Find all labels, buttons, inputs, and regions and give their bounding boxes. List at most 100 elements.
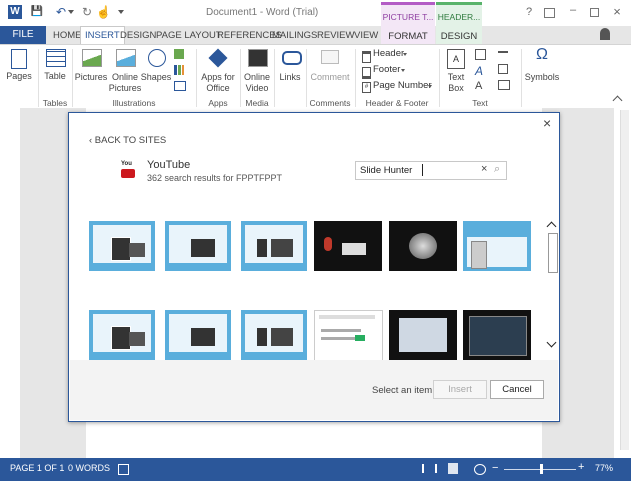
minimize-icon[interactable]: – [566,4,580,16]
tab-insert[interactable]: INSERT [80,26,125,45]
results-scroll-up-icon[interactable] [546,221,557,232]
result-thumbnail[interactable] [463,310,531,360]
signature-line-icon[interactable] [498,51,508,53]
cancel-button[interactable]: Cancel [490,380,544,399]
online-video-icon[interactable] [248,49,268,67]
screenshot-icon[interactable] [174,81,186,91]
pages-label[interactable]: Pages [5,71,33,81]
chart-icon[interactable] [174,65,184,75]
page-number-button[interactable]: Page Number [373,80,432,91]
save-icon[interactable]: 💾 [30,5,44,19]
tab-file[interactable]: FILE [0,26,46,44]
result-thumbnail[interactable] [241,221,307,271]
shapes-label[interactable]: Shapes [140,72,172,82]
pictures-label[interactable]: Pictures [74,72,108,82]
insert-online-video-dialog: ‹ BACK TO SITES × You YouTube 362 search… [68,112,560,422]
window-close-icon[interactable]: × [610,4,624,19]
apps-for-office-icon[interactable] [208,48,228,68]
result-thumbnail[interactable] [314,221,382,271]
pictures-icon[interactable] [82,49,102,67]
search-box[interactable]: Slide Hunter × ⌕ [355,161,507,180]
dialog-close-icon[interactable]: × [543,115,551,131]
tab-mailings[interactable]: MAILINGS [272,28,317,43]
source-name: YouTube [147,159,191,171]
text-box-icon[interactable]: A [447,49,465,69]
customize-qat-icon[interactable] [118,10,124,14]
proofing-icon[interactable] [118,464,129,475]
online-video-label-line2[interactable]: Video [242,83,272,93]
smartart-icon[interactable] [174,49,184,59]
results-scroll-down-icon[interactable] [546,337,557,348]
online-pictures-icon[interactable] [116,49,136,67]
undo-dropdown-icon[interactable] [68,10,74,14]
links-icon[interactable] [282,51,302,65]
result-thumbnail[interactable] [241,310,307,360]
tab-review[interactable]: REVIEW [317,28,354,43]
apps-for-office-label-line2[interactable]: Office [198,83,238,93]
group-comments: Comments [309,98,351,108]
restore-icon[interactable] [590,8,599,17]
vertical-scrollbar[interactable] [620,110,629,450]
result-thumbnail[interactable] [389,221,457,271]
result-thumbnail[interactable] [89,221,155,271]
zoom-level[interactable]: 77% [595,463,613,473]
header-button[interactable]: Header [373,48,404,59]
word-count[interactable]: 0 WORDS [68,463,110,473]
results-scrollbar-thumb[interactable] [548,233,558,273]
redo-icon[interactable]: ↻ [80,5,94,19]
result-thumbnail[interactable] [389,310,457,360]
page-count[interactable]: PAGE 1 OF 1 [10,463,64,473]
shapes-icon[interactable] [148,49,166,67]
zoom-in-icon[interactable]: + [578,461,584,473]
tab-format[interactable]: FORMAT [381,31,435,42]
table-icon[interactable] [46,49,66,67]
undo-icon[interactable]: ↶ [54,5,68,19]
quick-parts-icon[interactable] [475,49,486,60]
tab-home[interactable]: HOME [53,28,82,43]
online-pictures-label-line1[interactable]: Online [108,72,142,82]
table-label[interactable]: Table [40,71,70,81]
help-icon[interactable]: ? [522,6,536,18]
header-footer-tools-context: HEADER... DESIGN [436,2,482,47]
object-icon[interactable] [498,80,510,90]
symbols-label[interactable]: Symbols [522,72,562,82]
pages-icon[interactable] [11,49,27,69]
apps-for-office-label-line1[interactable]: Apps for [198,72,238,82]
ribbon-display-options-icon[interactable] [544,8,555,18]
online-pictures-label-line2[interactable]: Pictures [108,83,142,93]
wordart-icon[interactable]: A [475,64,483,78]
zoom-slider-thumb[interactable] [540,464,544,474]
collapse-ribbon-icon[interactable] [612,95,623,106]
account-avatar[interactable] [600,28,610,40]
word-logo-icon[interactable]: W [8,5,22,19]
comment-icon[interactable] [321,50,339,64]
tab-view[interactable]: VIEW [354,28,378,43]
symbols-icon[interactable]: Ω [534,46,550,64]
text-box-label-line2[interactable]: Box [442,83,470,93]
search-icon[interactable]: ⌕ [494,163,500,176]
back-to-sites-link[interactable]: ‹ BACK TO SITES [89,135,166,146]
tab-page-layout[interactable]: PAGE LAYOUT [156,28,222,43]
text-box-label-line1[interactable]: Text [442,72,470,82]
result-thumbnail[interactable] [463,221,531,271]
footer-button[interactable]: Footer [373,64,400,75]
ribbon-separator [274,49,275,107]
insert-button[interactable]: Insert [433,380,487,399]
zoom-out-icon[interactable]: − [492,462,498,474]
result-thumbnail[interactable] [89,310,155,360]
search-input[interactable]: Slide Hunter [360,165,412,176]
result-thumbnail[interactable] [314,310,383,362]
result-thumbnail[interactable] [165,221,231,271]
date-time-icon[interactable] [498,64,508,74]
drop-cap-icon[interactable]: A [475,80,482,92]
result-thumbnail[interactable] [165,310,231,360]
tab-design[interactable]: DESIGN [120,28,156,43]
print-layout-icon[interactable] [448,463,458,474]
read-mode-icon[interactable] [422,464,437,473]
tab-design-contextual[interactable]: DESIGN [436,31,482,42]
touch-mode-icon[interactable]: ☝ [96,5,111,19]
web-layout-icon[interactable] [474,464,486,475]
links-label[interactable]: Links [276,72,304,82]
clear-search-icon[interactable]: × [481,163,487,175]
online-video-label-line1[interactable]: Online [242,72,272,82]
